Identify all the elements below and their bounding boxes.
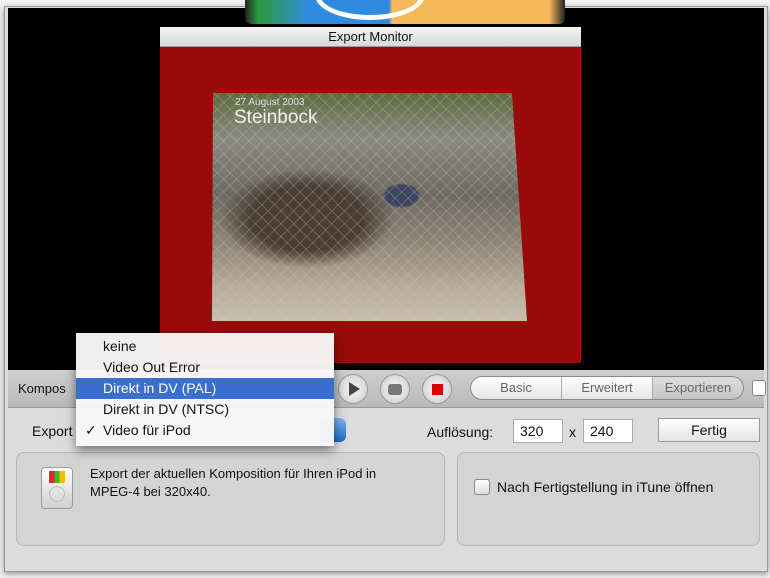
export-monitor-window: Export Monitor 27 August 2003 Steinbock — [160, 27, 581, 363]
times-label: x — [569, 424, 576, 440]
monitor-icon — [388, 383, 402, 395]
menu-item-dv-ntsc[interactable]: Direkt in DV (NTSC) — [76, 399, 334, 420]
app-icon — [245, 0, 565, 24]
description-line: MPEG-4 bei 320x40. — [90, 484, 211, 499]
photo-title: Steinbock — [234, 107, 318, 128]
tab-erweitert[interactable]: Erweitert — [562, 377, 653, 399]
tab-basic[interactable]: Basic — [471, 377, 562, 399]
height-input[interactable]: 240 — [583, 419, 633, 443]
mode-segmented-control: Basic Erweitert Exportieren — [470, 376, 744, 400]
menu-item-label: Video für iPod — [103, 422, 191, 438]
export-label: Export — [32, 423, 73, 439]
export-monitor-title: Export Monitor — [160, 27, 581, 47]
preview-button[interactable] — [380, 374, 410, 404]
stop-icon — [431, 383, 443, 395]
menu-item-video-out-error[interactable]: Video Out Error — [76, 357, 334, 378]
menu-item-label: Direkt in DV (PAL) — [103, 380, 217, 396]
menu-item-keine[interactable]: keine — [76, 336, 334, 357]
width-input[interactable]: 320 — [513, 419, 563, 443]
export-description: Export der aktuellen Komposition für Ihr… — [90, 465, 376, 501]
play-icon — [349, 382, 360, 396]
komposition-label: Kompos — [18, 381, 66, 396]
menu-item-dv-pal[interactable]: Direkt in DV (PAL) — [76, 378, 334, 399]
stop-button[interactable] — [422, 374, 452, 404]
menu-item-video-ipod[interactable]: ✓ Video für iPod — [76, 420, 334, 441]
description-line: Export der aktuellen Komposition für Ihr… — [90, 466, 377, 481]
options-panel — [457, 452, 760, 546]
export-dropdown-menu: keine Video Out Error Direkt in DV (PAL)… — [76, 333, 334, 446]
tab-exportieren[interactable]: Exportieren — [653, 377, 743, 399]
menu-item-label: Direkt in DV (NTSC) — [103, 401, 230, 417]
ipod-icon — [41, 467, 73, 509]
resolution-label: Auflösung: — [427, 424, 494, 440]
menu-item-label: keine — [103, 338, 137, 354]
open-in-itunes-label: Nach Fertigstellung in iTune öffnen — [497, 479, 714, 495]
checkmark-icon: ✓ — [85, 422, 97, 438]
open-in-itunes-checkbox[interactable] — [474, 479, 490, 495]
menu-item-label: Video Out Error — [103, 359, 201, 375]
play-button[interactable] — [338, 374, 368, 404]
extra-toggle[interactable] — [752, 380, 766, 396]
done-button[interactable]: Fertig — [658, 418, 760, 442]
